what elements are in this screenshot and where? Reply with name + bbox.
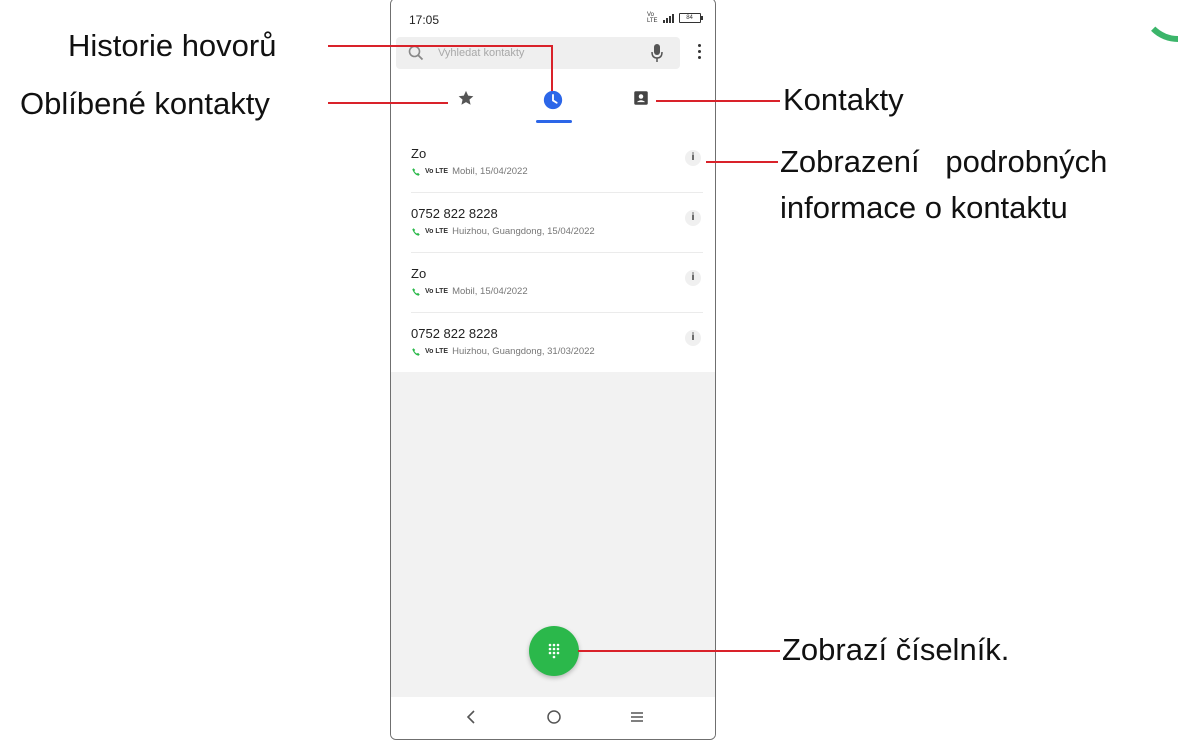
search-input[interactable]: Vyhledat kontakty xyxy=(396,37,680,69)
home-icon[interactable] xyxy=(546,709,562,725)
status-icons: Vo LTE 84 xyxy=(647,11,703,25)
volte-call-icon: Vo LTE xyxy=(425,168,449,175)
status-time: 17:05 xyxy=(409,13,440,27)
outgoing-call-icon xyxy=(412,347,420,356)
callout-history-line-vertical xyxy=(551,45,553,91)
outgoing-call-icon xyxy=(412,167,420,176)
call-detail: Mobil, 15/04/2022 xyxy=(452,166,528,177)
list-item[interactable]: Zo Vo LTE Mobil, 15/04/2022 i xyxy=(391,253,715,313)
volte-call-icon: Vo LTE xyxy=(425,228,449,235)
callout-history-label: Historie hovorů xyxy=(68,28,277,63)
call-detail: Huizhou, Guangdong, 15/04/2022 xyxy=(452,226,595,237)
back-icon[interactable] xyxy=(465,709,477,725)
callout-details-label-line2: informace o kontaktu xyxy=(780,190,1068,225)
call-detail-row: Vo LTE Mobil, 15/04/2022 xyxy=(411,166,528,177)
list-item[interactable]: Zo Vo LTE Mobil, 15/04/2022 i xyxy=(391,133,715,193)
more-options-icon[interactable] xyxy=(695,44,703,64)
call-detail: Huizhou, Guangdong, 31/03/2022 xyxy=(452,346,595,357)
search-icon xyxy=(408,45,424,61)
battery-icon: 84 xyxy=(678,13,703,23)
call-history-list: Zo Vo LTE Mobil, 15/04/2022 i 0752 822 8… xyxy=(391,133,715,373)
tab-recents[interactable] xyxy=(538,89,568,117)
callout-contacts-line xyxy=(656,100,780,102)
mic-icon[interactable] xyxy=(650,43,664,63)
contact-info-button[interactable]: i xyxy=(685,210,701,226)
call-name: Zo xyxy=(411,146,427,161)
call-detail-row: Vo LTE Huizhou, Guangdong, 31/03/2022 xyxy=(411,346,595,357)
tab-favorites[interactable] xyxy=(451,89,481,117)
contact-card-icon xyxy=(634,91,648,105)
signal-icon xyxy=(662,13,674,23)
contact-info-button[interactable]: i xyxy=(685,270,701,286)
dialpad-button[interactable] xyxy=(529,626,579,676)
callout-contacts-label: Kontakty xyxy=(783,82,904,117)
callout-details-label: Zobrazení podrobných xyxy=(780,144,1108,179)
corner-decoration xyxy=(1140,0,1178,42)
call-name: 0752 822 8228 xyxy=(411,326,498,341)
call-name: Zo xyxy=(411,266,427,281)
callout-dialpad-label: Zobrazí číselník. xyxy=(782,632,1010,667)
callout-dialpad-line xyxy=(578,650,780,652)
call-detail-row: Vo LTE Mobil, 15/04/2022 xyxy=(411,286,528,297)
contact-info-button[interactable]: i xyxy=(685,150,701,166)
clock-icon xyxy=(543,90,563,110)
call-name: 0752 822 8228 xyxy=(411,206,498,221)
menu-icon[interactable] xyxy=(629,710,645,724)
callout-favorites-label: Oblíbené kontakty xyxy=(20,86,270,121)
list-item[interactable]: 0752 822 8228 Vo LTE Huizhou, Guangdong,… xyxy=(391,313,715,373)
tab-contacts[interactable] xyxy=(626,89,656,117)
volte-icon: Vo LTE xyxy=(647,12,658,24)
phone-screen: 17:05 Vo LTE 84 Vyhledat kontakty Zo Vo … xyxy=(390,0,716,740)
system-nav-bar xyxy=(391,697,715,739)
contact-info-button[interactable]: i xyxy=(685,330,701,346)
callout-history-line xyxy=(328,45,552,47)
call-detail-row: Vo LTE Huizhou, Guangdong, 15/04/2022 xyxy=(411,226,595,237)
volte-call-icon: Vo LTE xyxy=(425,348,449,355)
outgoing-call-icon xyxy=(412,287,420,296)
search-placeholder: Vyhledat kontakty xyxy=(438,47,525,59)
selected-tab-indicator xyxy=(536,120,572,123)
star-icon xyxy=(458,90,474,105)
outgoing-call-icon xyxy=(412,227,420,236)
callout-details-line xyxy=(706,161,778,163)
dialpad-icon xyxy=(548,643,560,659)
callout-favorites-line xyxy=(328,102,448,104)
call-detail: Mobil, 15/04/2022 xyxy=(452,286,528,297)
volte-call-icon: Vo LTE xyxy=(425,288,449,295)
list-item[interactable]: 0752 822 8228 Vo LTE Huizhou, Guangdong,… xyxy=(391,193,715,253)
